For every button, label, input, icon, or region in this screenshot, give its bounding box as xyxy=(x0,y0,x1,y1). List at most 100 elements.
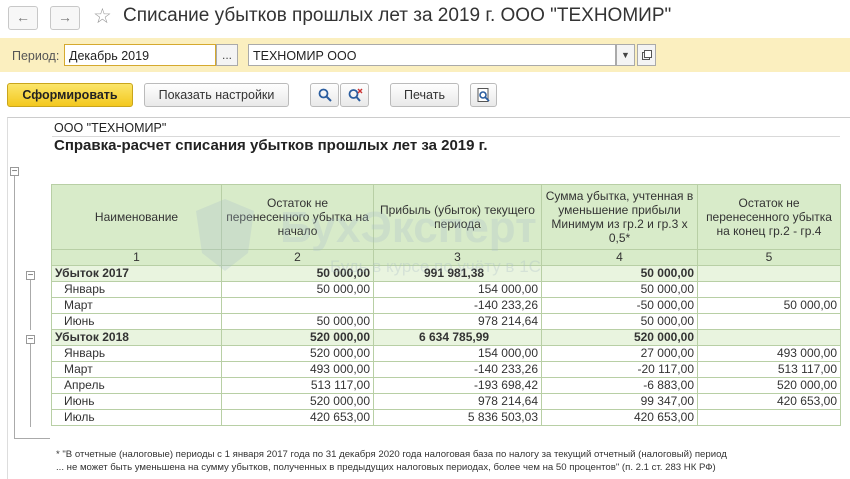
star-icon[interactable]: ☆ xyxy=(93,4,112,29)
cell-value: 420 653,00 xyxy=(541,409,698,426)
title-bar: ← → ☆ Списание убытков прошлых лет за 20… xyxy=(0,0,850,34)
print-preview-icon xyxy=(477,88,490,102)
cell-value: 50 000,00 xyxy=(541,265,698,282)
group-name: Убыток 2017 xyxy=(51,265,222,282)
company-name: ООО "ТЕХНОМИР" xyxy=(54,121,167,135)
outline-line xyxy=(30,344,31,427)
cell-value: 420 653,00 xyxy=(697,393,841,410)
command-bar: Сформировать Показать настройки Печать xyxy=(0,80,850,110)
row-name: Март xyxy=(51,297,222,314)
column-number-row: 1 2 3 4 5 xyxy=(51,249,841,266)
table-row[interactable]: Январь 50 000,00 154 000,00 50 000,00 xyxy=(51,281,841,298)
table-row[interactable]: Январь 520 000,00 154 000,00 27 000,00 4… xyxy=(51,345,841,362)
cell-value: 27 000,00 xyxy=(541,345,698,362)
cell-value: 520 000,00 xyxy=(221,345,374,362)
outline-line xyxy=(14,438,50,439)
print-button[interactable]: Печать xyxy=(390,83,459,107)
cell-value: 420 653,00 xyxy=(221,409,374,426)
period-label: Период: xyxy=(12,49,60,63)
footnote-line: * "В отчетные (налоговые) периоды с 1 ян… xyxy=(56,449,727,460)
row-name: Март xyxy=(51,361,222,378)
table-row[interactable]: Апрель 513 117,00 -193 698,42 -6 883,00 … xyxy=(51,377,841,394)
row-name: Июнь xyxy=(51,313,222,330)
group-name: Убыток 2018 xyxy=(51,329,222,346)
arrow-left-icon: ← xyxy=(16,9,30,25)
footnote: * "В отчетные (налоговые) периоды с 1 ян… xyxy=(56,448,727,474)
cell-value: -193 698,42 xyxy=(373,377,542,394)
cell-value: 154 000,00 xyxy=(373,281,542,298)
header-start-balance: Остаток не перенесенного убытка на начал… xyxy=(221,184,374,250)
cell-value: 50 000,00 xyxy=(221,313,374,330)
back-button[interactable]: ← xyxy=(8,6,38,30)
cell-value: 978 214,64 xyxy=(373,313,542,330)
chevron-down-icon: ▼ xyxy=(621,50,630,60)
table-header-row: Наименование Остаток не перенесенного уб… xyxy=(51,184,841,250)
show-settings-button[interactable]: Показать настройки xyxy=(144,83,289,107)
arrow-right-icon: → xyxy=(58,9,72,25)
header-loss-applied: Сумма убытка, учтенная в уменьшение приб… xyxy=(541,184,698,250)
cell-value: 520 000,00 xyxy=(221,393,374,410)
period-select-button[interactable]: ... xyxy=(216,44,238,66)
open-window-icon xyxy=(641,50,652,60)
cell-value: 50 000,00 xyxy=(221,281,374,298)
cell-value: -140 233,26 xyxy=(373,361,542,378)
cell-value: 50 000,00 xyxy=(541,313,698,330)
outline-line xyxy=(30,280,31,330)
search-cancel-icon xyxy=(348,88,362,102)
generate-button[interactable]: Сформировать xyxy=(7,83,133,107)
report-title: Справка-расчет списания убытков прошлых … xyxy=(54,137,488,154)
row-name: Июнь xyxy=(51,393,222,410)
row-name: Апрель xyxy=(51,377,222,394)
group-toggle-2018[interactable]: − xyxy=(26,335,35,345)
cell-value: 493 000,00 xyxy=(221,361,374,378)
cell-value: 50 000,00 xyxy=(541,281,698,298)
header-end-balance: Остаток не перенесенного убытка на конец… xyxy=(697,184,841,250)
organization-dropdown-button[interactable]: ▼ xyxy=(616,44,635,66)
col-number: 5 xyxy=(697,249,841,266)
table-row[interactable]: Июль 420 653,00 5 836 503,03 420 653,00 xyxy=(51,409,841,426)
search-icon xyxy=(318,88,332,102)
cell-value: 6 634 785,99 xyxy=(373,329,542,346)
cell-value: 520 000,00 xyxy=(221,329,374,346)
outline-line xyxy=(14,176,15,438)
cancel-search-button[interactable] xyxy=(340,83,369,107)
cell-value: 520 000,00 xyxy=(697,377,841,394)
cell-value: 493 000,00 xyxy=(697,345,841,362)
group-row[interactable]: Убыток 2018 520 000,00 6 634 785,99 520 … xyxy=(51,329,841,346)
table-row[interactable]: Июнь 520 000,00 978 214,64 99 347,00 420… xyxy=(51,393,841,410)
row-name: Июль xyxy=(51,409,222,426)
cell-value: 50 000,00 xyxy=(221,265,374,282)
cell-value: -140 233,26 xyxy=(373,297,542,314)
cell-value xyxy=(697,313,841,330)
collapse-all-toggle[interactable]: − xyxy=(10,167,19,177)
table-row[interactable]: Март 493 000,00 -140 233,26 -20 117,00 5… xyxy=(51,361,841,378)
row-name: Январь xyxy=(51,345,222,362)
period-input[interactable]: Декабрь 2019 xyxy=(64,44,216,66)
cell-value xyxy=(697,329,841,346)
cell-value: 978 214,64 xyxy=(373,393,542,410)
group-toggle-2017[interactable]: − xyxy=(26,271,35,281)
find-button[interactable] xyxy=(310,83,339,107)
col-number: 1 xyxy=(51,249,222,266)
cell-value xyxy=(697,265,841,282)
cell-value: 154 000,00 xyxy=(373,345,542,362)
cell-value: 5 836 503,03 xyxy=(373,409,542,426)
forward-button[interactable]: → xyxy=(50,6,80,30)
organization-open-button[interactable] xyxy=(637,44,656,66)
table-row[interactable]: Июнь 50 000,00 978 214,64 50 000,00 xyxy=(51,313,841,330)
cell-value: -6 883,00 xyxy=(541,377,698,394)
preview-button[interactable] xyxy=(470,83,497,107)
table-row[interactable]: Март -140 233,26 -50 000,00 50 000,00 xyxy=(51,297,841,314)
organization-input[interactable]: ТЕХНОМИР ООО xyxy=(248,44,616,66)
footnote-line: ... не может быть уменьшена на сумму убы… xyxy=(56,462,716,473)
cell-value: -50 000,00 xyxy=(541,297,698,314)
group-row[interactable]: Убыток 2017 50 000,00 991 981,38 50 000,… xyxy=(51,265,841,282)
cell-value xyxy=(697,281,841,298)
report-area: ООО "ТЕХНОМИР" Справка-расчет списания у… xyxy=(7,117,850,479)
cell-value: 991 981,38 xyxy=(373,265,542,282)
header-name: Наименование xyxy=(51,184,222,250)
row-name: Январь xyxy=(51,281,222,298)
cell-value: 50 000,00 xyxy=(697,297,841,314)
cell-value: 513 117,00 xyxy=(221,377,374,394)
cell-value xyxy=(221,297,374,314)
